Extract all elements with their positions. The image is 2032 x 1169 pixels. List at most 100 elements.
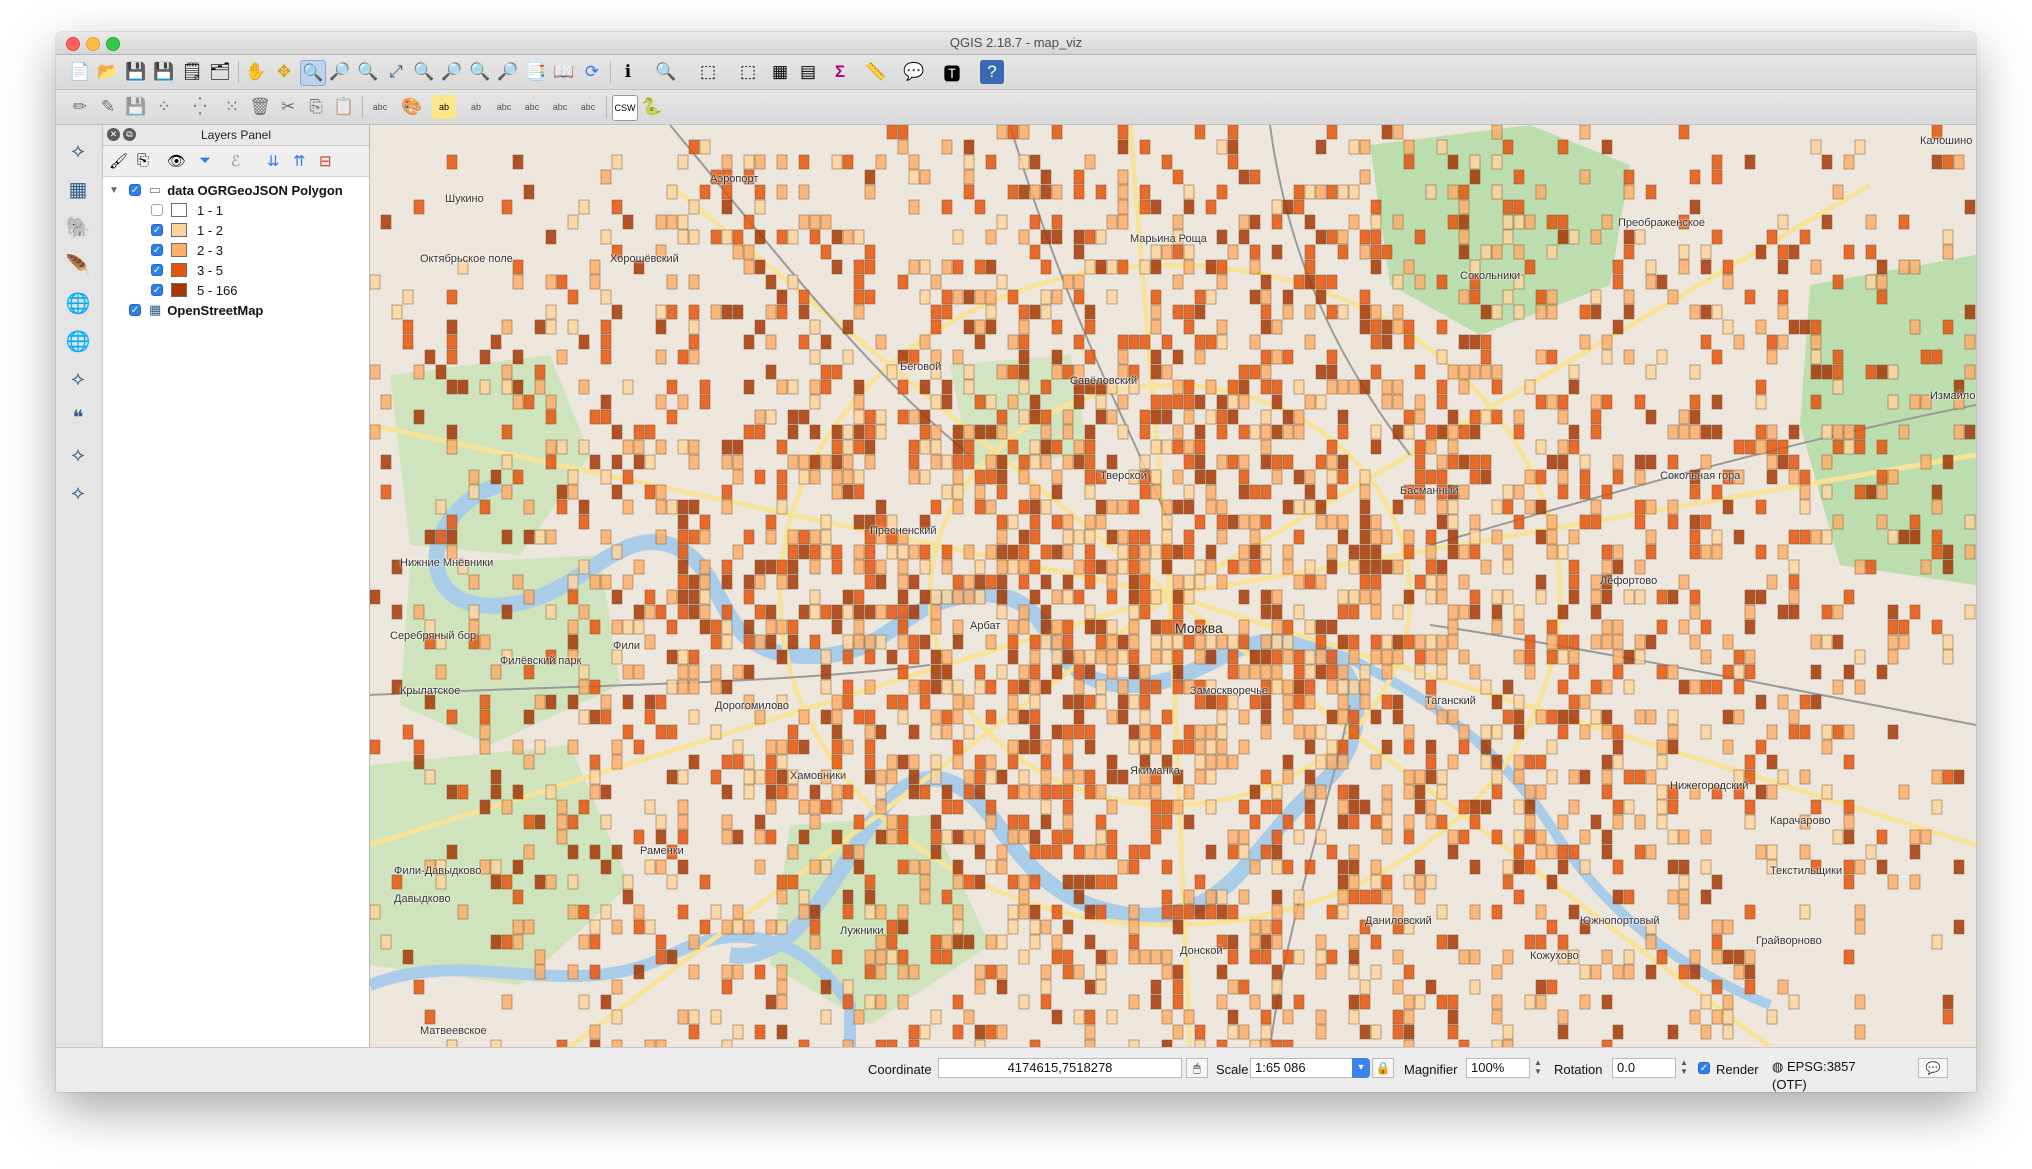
class-checkbox[interactable]: ✓ <box>151 284 163 296</box>
paste-features-icon[interactable]: 📋 <box>332 95 356 119</box>
statistics-icon[interactable]: Σ <box>828 60 852 84</box>
crs-status[interactable]: ◍ EPSG:3857 (OTF) <box>1768 1058 1890 1092</box>
change-label-icon[interactable]: abc <box>576 95 600 119</box>
refresh-icon[interactable]: ⟳ <box>580 60 604 84</box>
render-checkbox[interactable]: ✓ <box>1698 1062 1710 1074</box>
class-checkbox[interactable] <box>151 204 163 216</box>
magnifier-field[interactable]: 100% <box>1466 1058 1530 1078</box>
layer-labeling-icon[interactable]: abc <box>368 95 392 119</box>
show-bookmarks-icon[interactable]: 📖 <box>552 60 576 84</box>
filter-expression-icon[interactable]: ℰ <box>231 152 240 170</box>
add-postgis-layer-icon[interactable]: 🐘 <box>64 213 92 241</box>
python-console-icon[interactable]: 🐍 <box>640 95 664 119</box>
add-wfs-layer-icon[interactable]: ⟡ <box>64 365 92 393</box>
messages-icon[interactable]: 💬 <box>1918 1058 1948 1078</box>
layer-openstreetmap[interactable]: ✓ ▦ OpenStreetMap <box>129 301 263 319</box>
new-spatialite-icon[interactable]: ⟡ <box>64 479 92 507</box>
scale-combobox[interactable]: 1:65 086 <box>1250 1058 1354 1078</box>
layer-checkbox[interactable]: ✓ <box>128 184 141 196</box>
csw-icon[interactable]: CSW <box>612 95 638 121</box>
move-label-icon[interactable]: abc <box>520 95 544 119</box>
toggle-extents-icon[interactable]: 🖱 <box>1186 1058 1208 1078</box>
map-canvas[interactable]: Аэропорт Шукино Октябрьское поле Хорошёвски… <box>370 125 1976 1047</box>
legend-class-3[interactable]: ✓ 2 - 3 <box>151 241 223 259</box>
layer-checkbox[interactable]: ✓ <box>129 304 141 316</box>
field-calculator-icon[interactable]: ▤ <box>796 60 820 84</box>
map-tips-icon[interactable]: 💬 <box>902 60 926 84</box>
legend-class-5[interactable]: ✓ 5 - 166 <box>151 281 237 299</box>
open-attribute-table-icon[interactable]: ▦ <box>768 60 792 84</box>
toggle-editing-icon[interactable]: ✏ <box>68 95 92 119</box>
collapse-all-icon[interactable]: ⇈ <box>293 152 306 170</box>
save-as-icon[interactable]: 💾 <box>152 60 176 84</box>
expand-arrow-icon[interactable]: ▼ <box>109 185 119 196</box>
new-shapefile-icon[interactable]: ⟡ <box>64 441 92 469</box>
current-edits-icon[interactable]: ✎ <box>96 95 120 119</box>
pan-icon[interactable]: ✋ <box>244 60 268 84</box>
add-spatialite-layer-icon[interactable]: 🪶 <box>64 251 92 279</box>
grid-cell <box>831 229 843 245</box>
new-project-icon[interactable]: 📄 <box>68 60 92 84</box>
scale-dropdown-arrow-icon[interactable]: ▾ <box>1352 1058 1370 1078</box>
help-icon[interactable]: ? <box>980 60 1004 84</box>
layer-group-data[interactable]: ▼ ✓ ▭ data OGRGeoJSON Polygon <box>109 181 343 199</box>
node-tool-icon[interactable]: ⁙ <box>220 95 244 119</box>
coordinate-field[interactable]: 4174615,7518278 <box>938 1058 1182 1078</box>
measure-icon[interactable]: 🔍 <box>654 60 678 84</box>
zoom-out-icon[interactable]: 🔎 <box>328 60 352 84</box>
add-wms-layer-icon[interactable]: 🌐 <box>64 289 92 317</box>
deselect-icon[interactable]: ⬚ <box>736 60 760 84</box>
expand-all-icon[interactable]: ⇊ <box>267 152 280 170</box>
cut-features-icon[interactable]: ✂ <box>276 95 300 119</box>
zoom-next-icon[interactable]: 🔎 <box>496 60 520 84</box>
layer-styling-icon[interactable]: 🎨 <box>400 95 424 119</box>
move-feature-icon[interactable]: ⁛ <box>188 95 212 119</box>
remove-layer-icon[interactable]: ⊟ <box>319 152 332 170</box>
pin-labels-icon[interactable]: ab <box>464 95 488 119</box>
delete-selected-icon[interactable]: 🗑 <box>248 95 272 119</box>
filter-legend-icon[interactable]: ⏷ <box>199 152 211 169</box>
add-feature-icon[interactable]: ⁘ <box>152 95 176 119</box>
rotation-spinner-icon[interactable]: ▲ ▼ <box>1678 1058 1690 1078</box>
rotate-label-icon[interactable]: abc <box>548 95 572 119</box>
show-hide-labels-icon[interactable]: abc <box>492 95 516 119</box>
copy-features-icon[interactable]: ⎘ <box>304 95 328 119</box>
add-wcs-layer-icon[interactable]: 🌐 <box>64 327 92 355</box>
save-project-icon[interactable]: 💾 <box>124 60 148 84</box>
add-raster-layer-icon[interactable]: ▦ <box>64 175 92 203</box>
open-project-icon[interactable]: 📂 <box>96 60 120 84</box>
select-features-icon[interactable]: ⬚ <box>696 60 720 84</box>
add-group-icon[interactable]: ⎘ <box>137 152 149 169</box>
save-edits-icon[interactable]: 💾 <box>124 95 148 119</box>
pan-to-selection-icon[interactable]: ✥ <box>272 60 296 84</box>
style-manager-icon[interactable]: 🖌 <box>109 152 128 170</box>
manage-visibility-icon[interactable]: 👁 <box>167 152 186 170</box>
measure-line-icon[interactable]: 📏 <box>864 60 888 84</box>
class-checkbox[interactable]: ✓ <box>151 224 163 236</box>
class-checkbox[interactable]: ✓ <box>151 244 163 256</box>
zoom-to-selection-icon[interactable]: 🔍 <box>412 60 436 84</box>
zoom-to-layer-icon[interactable]: 🔎 <box>440 60 464 84</box>
new-print-composer-icon[interactable]: 🗒 <box>180 60 204 84</box>
grid-cell <box>1249 784 1261 800</box>
zoom-last-icon[interactable]: 🔍 <box>468 60 492 84</box>
legend-class-2[interactable]: ✓ 1 - 2 <box>151 221 223 239</box>
label-toolbar-icon[interactable]: ab <box>432 95 456 119</box>
add-delimited-text-icon[interactable]: ❝ <box>64 403 92 431</box>
class-checkbox[interactable]: ✓ <box>151 264 163 276</box>
text-annotation-icon[interactable]: 🆃 <box>940 60 964 84</box>
magnifier-spinner-icon[interactable]: ▲ ▼ <box>1532 1058 1544 1078</box>
zoom-in-icon[interactable]: 🔍 <box>300 60 326 86</box>
legend-class-1[interactable]: 1 - 1 <box>151 201 223 219</box>
new-bookmark-icon[interactable]: 📑 <box>524 60 548 84</box>
grid-cell <box>1964 514 1976 530</box>
rotation-field[interactable]: 0.0 <box>1612 1058 1676 1078</box>
composer-manager-icon[interactable]: 🗂 <box>208 60 232 84</box>
grid-cell <box>1260 799 1272 815</box>
identify-icon[interactable]: ℹ <box>616 60 640 84</box>
zoom-native-icon[interactable]: 🔍 <box>356 60 380 84</box>
zoom-full-icon[interactable]: ⤢ <box>384 60 408 84</box>
legend-class-4[interactable]: ✓ 3 - 5 <box>151 261 223 279</box>
lock-scale-icon[interactable]: 🔒 <box>1372 1058 1394 1078</box>
add-vector-layer-icon[interactable]: ⟡ <box>64 137 92 165</box>
